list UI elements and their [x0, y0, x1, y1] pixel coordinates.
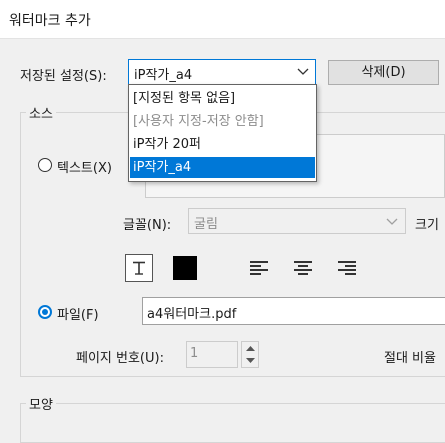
size-label: 크기: [415, 218, 439, 233]
list-item[interactable]: [사용자 지정-저장 안함]: [130, 111, 315, 132]
chevron-down-icon: [297, 68, 309, 75]
saved-settings-value: iP작가_a4: [134, 68, 193, 83]
source-group-title: 소스: [26, 103, 56, 122]
file-radio-label: 파일(F): [57, 308, 99, 323]
list-item-selected[interactable]: iP작가_a4: [130, 157, 315, 178]
text-format-icon: [133, 261, 145, 275]
file-radio[interactable]: [38, 305, 52, 319]
align-right-button[interactable]: [333, 254, 361, 282]
saved-settings-dropdown[interactable]: iP작가_a4: [128, 59, 316, 85]
align-left-button[interactable]: [245, 254, 273, 282]
window-title: 워터마크 추가: [9, 13, 91, 29]
font-value: 굴림: [194, 217, 218, 232]
appearance-group-title: 모양: [26, 394, 56, 413]
text-format-button[interactable]: [125, 254, 153, 282]
align-left-icon: [250, 261, 268, 275]
page-number-label: 페이지 번호(U):: [76, 351, 164, 366]
spin-down-icon[interactable]: [246, 358, 255, 364]
appearance-group: [20, 403, 445, 443]
list-item[interactable]: [지정된 항목 없음]: [130, 88, 315, 109]
delete-button-label: 삭제(D): [361, 65, 406, 80]
text-radio-label: 텍스트(X): [57, 161, 112, 176]
chevron-down-icon: [386, 218, 398, 225]
absolute-scale-label: 절대 비율: [384, 351, 436, 366]
font-label: 글꼴(N):: [123, 218, 172, 233]
color-swatch[interactable]: [173, 256, 197, 280]
title-bar: 워터마크 추가: [0, 0, 445, 39]
page-number-value: 1: [190, 346, 199, 361]
file-path-field[interactable]: a4워터마크.pdf: [142, 297, 445, 325]
page-number-field[interactable]: 1: [186, 341, 238, 368]
align-right-icon: [338, 261, 356, 275]
align-center-icon: [294, 261, 312, 275]
saved-settings-label: 저장된 설정(S):: [20, 69, 107, 84]
text-radio[interactable]: [38, 158, 52, 172]
saved-settings-list: [지정된 항목 없음] [사용자 지정-저장 안함] iP작가 20퍼 iP작가…: [128, 84, 317, 182]
page-number-spinner[interactable]: [241, 341, 259, 368]
font-select[interactable]: 굴림: [188, 208, 406, 234]
list-item[interactable]: iP작가 20퍼: [130, 134, 315, 155]
file-path-value: a4워터마크.pdf: [147, 307, 237, 322]
spin-up-icon[interactable]: [246, 346, 255, 352]
align-center-button[interactable]: [289, 254, 317, 282]
delete-button[interactable]: 삭제(D): [328, 60, 439, 85]
